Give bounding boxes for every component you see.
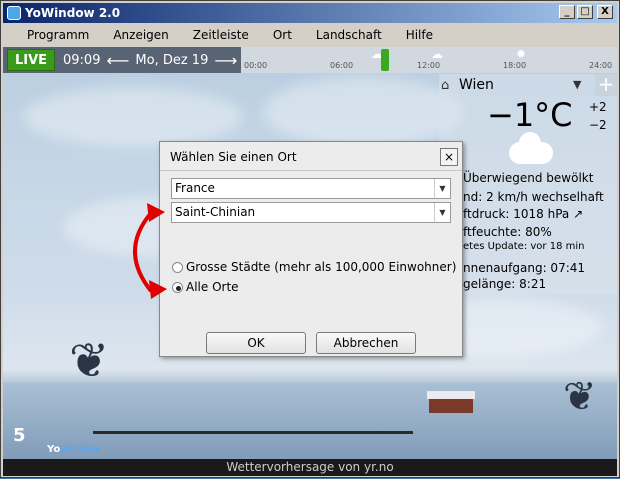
app-window: YoWindow 2.0 _ □ X Programm Anzeigen Zei… (0, 0, 620, 478)
arrow-head-icon (149, 280, 167, 299)
annotation-arrows (133, 203, 167, 299)
annotation-curve (133, 211, 153, 293)
arrow-head-icon (147, 203, 165, 222)
